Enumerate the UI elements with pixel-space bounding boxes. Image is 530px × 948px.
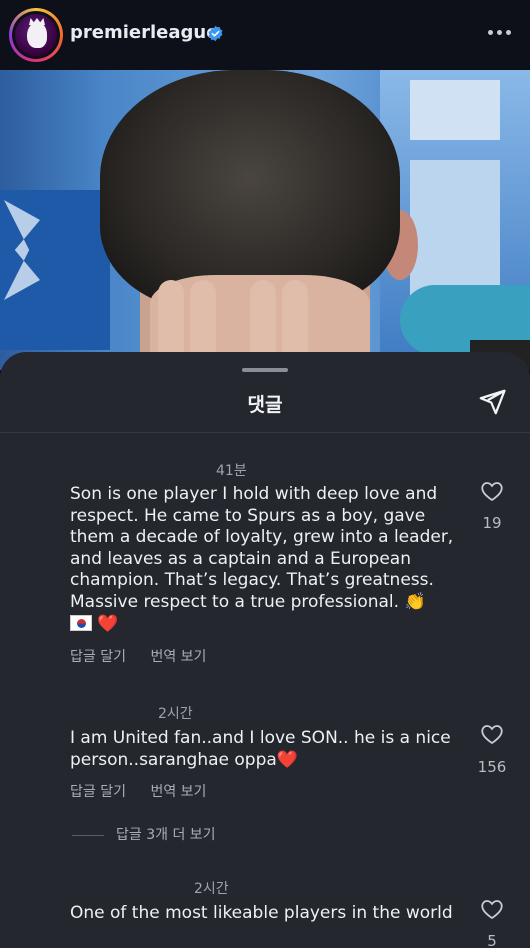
comment-actions: 답글 달기 번역 보기 [70,646,226,666]
like-heart-icon[interactable] [480,898,504,920]
like-count: 5 [487,932,497,948]
translate-button[interactable]: 번역 보기 [150,784,206,800]
comment-body: Son is one player I hold with deep love … [70,484,454,612]
like-heart-icon[interactable] [480,480,504,502]
red-heart-icon: ❤️ [97,613,119,634]
reply-line [72,834,104,836]
comment-actions: 답글 달기 번역 보기 [70,781,226,801]
more-horizontal-icon[interactable] [488,30,512,36]
comments-title: 댓글 [247,394,283,416]
reply-button[interactable]: 답글 달기 [70,649,126,665]
comment-time: 2시간 [158,706,193,722]
view-more-replies-label: 답글 3개 더 보기 [116,827,216,843]
comment-item: Son is one player I hold with deep love … [70,484,470,635]
comment-text: I am United fan..and I love SON.. he is … [70,728,451,770]
comment-time: 41분 [216,463,247,479]
view-more-replies-button[interactable]: 답글 3개 더 보기 [72,824,216,844]
share-send-icon[interactable] [477,387,507,417]
like-heart-icon[interactable] [480,723,504,745]
premier-league-lion-logo [15,14,57,56]
profile-avatar[interactable] [9,8,63,62]
post-header: premierleague [0,0,530,70]
player-head [100,70,418,370]
post-image[interactable] [0,70,530,370]
comment-text: Son is one player I hold with deep love … [70,484,470,635]
like-count: 156 [477,758,507,776]
korea-flag-icon [70,614,92,631]
comment-text: One of the most likeable players in the … [70,903,453,923]
avatar-frame [12,11,60,59]
comments-sheet: 댓글 41분 Son is one player I hold with dee… [0,352,530,948]
hair [100,70,400,310]
username[interactable]: premierleague [70,22,218,43]
reply-button[interactable]: 답글 달기 [70,784,126,800]
comment-time: 2시간 [194,881,229,897]
verified-badge-icon [208,25,223,42]
divider [0,432,530,433]
drag-handle[interactable] [242,368,288,372]
comment-item: I am United fan..and I love SON.. he is … [70,728,470,771]
lion-head [27,22,47,48]
comment-item: One of the most likeable players in the … [70,903,470,925]
like-count: 19 [482,514,502,532]
background-panel [410,80,500,140]
translate-button[interactable]: 번역 보기 [150,649,206,665]
